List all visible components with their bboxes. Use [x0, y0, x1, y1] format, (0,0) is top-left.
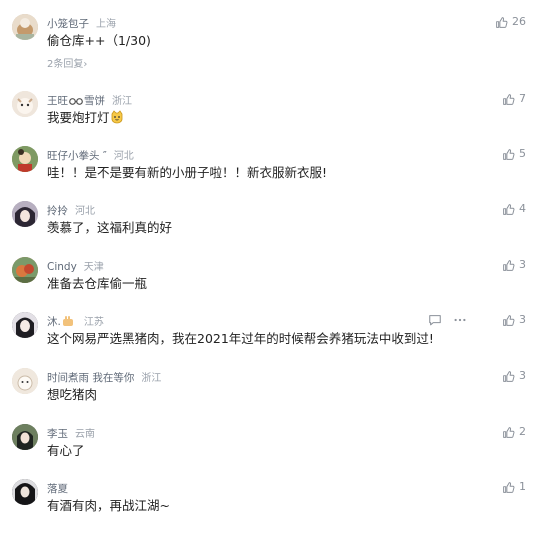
- more-icon[interactable]: [453, 313, 467, 327]
- location: 上海: [96, 19, 116, 30]
- username[interactable]: Cindy: [47, 261, 77, 273]
- thumbs-up-icon: [503, 426, 515, 438]
- comment-item: Cindy 天津 准备去仓库偷一瓶 3: [0, 257, 540, 313]
- username-text: 沐.: [47, 316, 61, 328]
- location: 江苏: [83, 317, 104, 328]
- location: 河北: [75, 206, 95, 217]
- location: 浙江: [112, 96, 132, 107]
- like-count: 2: [519, 425, 526, 438]
- location: 天津: [83, 262, 104, 273]
- comment-item: 王旺 雪饼 浙江 我要炮打灯 7: [0, 91, 540, 147]
- cat-emoji-icon: [111, 110, 122, 124]
- avatar[interactable]: [12, 14, 38, 40]
- avatar[interactable]: [12, 257, 38, 283]
- comment-text: 这个网易严选黑猪肉，我在2021年过年的时候帮会养猪玩法中收到过!: [47, 331, 434, 346]
- like-count: 4: [519, 202, 526, 215]
- comment-item: 小笼包子 上海 偷仓库++（1/30) 26 2条回复›: [0, 14, 540, 70]
- avatar[interactable]: [12, 91, 38, 117]
- like-button[interactable]: 3: [502, 368, 526, 384]
- reply-icon[interactable]: [428, 313, 442, 327]
- like-count: 3: [519, 369, 526, 382]
- avatar[interactable]: [12, 146, 38, 172]
- comment-actions: [428, 312, 467, 328]
- like-button[interactable]: 1: [502, 479, 526, 495]
- comment-item: 旺仔小拳头 ″ 河北 哇！！是不是要有新的小册子啦！！新衣服新衣服! 5: [0, 146, 540, 202]
- avatar[interactable]: [12, 424, 38, 450]
- like-button[interactable]: 4: [502, 201, 526, 217]
- comment-text: 想吃猪肉: [47, 387, 98, 402]
- username[interactable]: 小笼包子: [47, 18, 89, 30]
- username[interactable]: 落夏: [47, 483, 68, 495]
- comment-text: 准备去仓库偷一瓶: [47, 276, 148, 291]
- comment-item: 李玉 云南 有心了 2: [0, 424, 540, 480]
- location: 浙江: [141, 373, 162, 384]
- like-count: 5: [519, 147, 526, 160]
- thumbs-up-icon: [503, 148, 515, 160]
- comment-text: 有酒有肉，再战江湖~: [47, 498, 170, 513]
- location: 河北: [113, 151, 134, 162]
- comment-text-body: 我要炮打灯: [47, 110, 110, 125]
- like-count: 3: [519, 258, 526, 271]
- username[interactable]: 王旺 雪饼: [47, 95, 105, 107]
- username-suffix: 雪饼: [84, 95, 105, 107]
- thumbs-up-icon: [503, 481, 515, 493]
- username[interactable]: 时间煮雨 我在等你: [47, 372, 134, 384]
- glasses-icon: [69, 98, 83, 105]
- avatar[interactable]: [12, 201, 38, 227]
- like-count: 1: [519, 480, 526, 493]
- like-button[interactable]: 3: [502, 312, 526, 328]
- comment-text: 有心了: [47, 443, 85, 458]
- comment-item: 落夏 有酒有肉，再战江湖~ 1: [0, 479, 540, 535]
- thumbs-up-icon: [496, 16, 508, 28]
- location: 云南: [75, 429, 95, 440]
- thumbs-up-icon: [503, 259, 515, 271]
- comment-item: 拎拎 河北 羡慕了，这福利真的好 4: [0, 201, 540, 257]
- avatar[interactable]: [12, 368, 38, 394]
- comment-item: 时间煮雨 我在等你 浙江 想吃猪肉 3: [0, 368, 540, 424]
- comment-text: 偷仓库++（1/30): [47, 33, 151, 48]
- like-count: 7: [519, 92, 526, 105]
- username[interactable]: 沐.: [47, 316, 77, 328]
- comment-text: 我要炮打灯: [47, 108, 124, 128]
- username[interactable]: 旺仔小拳头 ″: [47, 150, 107, 162]
- username-text: 王旺: [47, 95, 68, 107]
- like-button[interactable]: 3: [502, 257, 526, 273]
- comment-item: 沐. 江苏 这个网易严选黑猪肉，我在2021年过年的时候帮会养猪玩法中收到过! 3: [0, 312, 540, 368]
- like-button[interactable]: 5: [502, 146, 526, 162]
- comment-text: 哇！！是不是要有新的小册子啦！！新衣服新衣服!: [47, 165, 328, 180]
- like-button[interactable]: 7: [502, 91, 526, 107]
- comment-text: 羡慕了，这福利真的好: [47, 220, 173, 235]
- view-replies-link[interactable]: 2条回复›: [47, 58, 87, 72]
- thumbs-up-icon: [503, 370, 515, 382]
- hand-badge-icon: [62, 316, 73, 326]
- like-button[interactable]: 2: [502, 424, 526, 440]
- thumbs-up-icon: [503, 203, 515, 215]
- thumbs-up-icon: [503, 93, 515, 105]
- thumbs-up-icon: [503, 314, 515, 326]
- like-button[interactable]: 26: [495, 14, 526, 30]
- avatar[interactable]: [12, 479, 38, 505]
- avatar[interactable]: [12, 312, 38, 338]
- username[interactable]: 李玉: [47, 428, 68, 440]
- like-count: 3: [519, 313, 526, 326]
- like-count: 26: [512, 15, 526, 28]
- username[interactable]: 拎拎: [47, 205, 68, 217]
